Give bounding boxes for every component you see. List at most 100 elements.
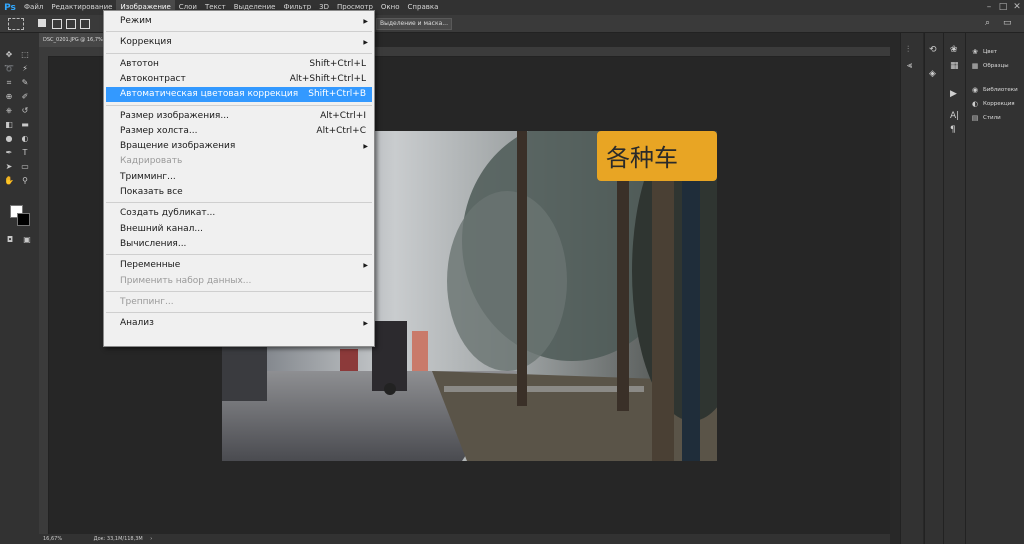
lasso-tool-icon[interactable]: ➰	[2, 63, 16, 75]
menu-item[interactable]: Создать дубликат...	[106, 206, 372, 221]
menu-item[interactable]: Размер холста... Alt+Ctrl+C	[106, 124, 372, 139]
panel-styles[interactable]: ▤ Стили	[970, 111, 1018, 125]
healing-brush-icon[interactable]: ⊕	[2, 91, 16, 103]
menu-item[interactable]: Коррекция ▶	[106, 35, 372, 50]
menu-separator	[106, 254, 372, 256]
menu-item[interactable]: Режим ▶	[106, 14, 372, 29]
menu-item[interactable]: Размер изображения... Alt+Ctrl+I	[106, 109, 372, 124]
panel-adjustments[interactable]: ◐ Коррекция	[970, 97, 1018, 111]
eyedropper-icon[interactable]: ✎	[18, 77, 32, 89]
menu-item[interactable]: Анализ ▶	[106, 316, 372, 331]
add-selection-icon[interactable]	[52, 19, 62, 29]
marquee-tool-icon[interactable]: ⬚	[18, 49, 32, 61]
menu-item[interactable]: Вращение изображения ▶	[106, 139, 372, 154]
menu-item: Треппинг...	[106, 295, 372, 310]
menu-item[interactable]: Автоконтраст Alt+Shift+Ctrl+L	[106, 72, 372, 87]
submenu-arrow-icon: ▶	[363, 262, 368, 270]
menu-item-label: Вычисления...	[120, 238, 187, 249]
select-and-mask-button[interactable]: Выделение и маска...	[376, 18, 452, 30]
menu-item-label: Коррекция	[120, 37, 172, 48]
panel-dock-left: ⫶ ⫷	[900, 33, 923, 544]
layer-adjust-icon[interactable]: ⫷	[907, 61, 912, 71]
search-icon[interactable]: ⌕	[985, 18, 990, 28]
menu-item-label: Режим	[120, 16, 152, 26]
background-color-swatch[interactable]	[17, 213, 30, 226]
minimize-icon[interactable]: –	[982, 0, 996, 15]
menu-item[interactable]: Внешний канал...	[106, 222, 372, 237]
play-icon[interactable]: ▶	[950, 89, 957, 99]
panel-libraries[interactable]: ◉ Библиотеки	[970, 83, 1018, 97]
dodge-tool-icon[interactable]: ◐	[18, 133, 32, 145]
panel-swatches-label: Образцы	[983, 63, 1009, 69]
swatches-icon: ▦	[971, 62, 979, 70]
character-icon[interactable]: A|	[950, 111, 959, 121]
shape-tool-icon[interactable]: ▭	[18, 161, 32, 173]
menu-item[interactable]: Показать все	[106, 185, 372, 200]
menu-item[interactable]: Автоматическая цветовая коррекция Shift+C…	[106, 87, 372, 103]
zoom-tool-icon[interactable]: ⚲	[18, 175, 32, 187]
panel-color[interactable]: ❀ Цвет	[970, 45, 1009, 59]
status-bar: 16,67% Док: 33,1М/118,3М ›	[39, 534, 890, 544]
menu-item[interactable]: Переменные ▶	[106, 258, 372, 273]
history-icon[interactable]: ⟲	[929, 45, 937, 55]
menu-item: Кадрировать	[106, 154, 372, 169]
history-brush-icon[interactable]: ↺	[18, 105, 32, 117]
street-sign-text: 各种车	[606, 144, 678, 172]
brush-tool-icon[interactable]: ✐	[18, 91, 32, 103]
marquee-tool-preset-icon[interactable]	[8, 18, 24, 30]
quick-mask-icon[interactable]: ◘	[3, 234, 17, 246]
panel-swatches[interactable]: ▦ Образцы	[970, 59, 1009, 73]
path-selection-icon[interactable]: ➤	[2, 161, 16, 173]
menu-item-shortcut: Alt+Shift+Ctrl+L	[289, 73, 366, 84]
menu-10[interactable]: Справка	[404, 0, 443, 15]
submenu-arrow-icon: ▶	[363, 39, 368, 47]
menu-separator	[106, 312, 372, 314]
intersect-selection-icon[interactable]	[80, 19, 90, 29]
color-icon[interactable]: ❀	[950, 45, 958, 55]
submenu-arrow-icon: ▶	[363, 320, 368, 328]
magic-wand-icon[interactable]: ⚡	[18, 63, 32, 75]
swatches-icon[interactable]: ▦	[950, 61, 959, 71]
workspace-icon[interactable]: ▭	[1003, 18, 1012, 28]
maximize-icon[interactable]: □	[996, 0, 1010, 15]
hand-tool-icon[interactable]: ✋	[2, 175, 16, 187]
new-selection-icon[interactable]	[38, 19, 46, 27]
crop-tool-icon[interactable]: ⌗	[2, 77, 16, 89]
menu-separator	[106, 31, 372, 33]
pen-tool-icon[interactable]: ✒	[2, 147, 16, 159]
menu-item-label: Показать все	[120, 187, 183, 197]
menu-separator	[106, 104, 372, 106]
status-arrow-icon[interactable]: ›	[150, 536, 152, 542]
gradient-tool-icon[interactable]: ▬	[18, 119, 32, 131]
menu-9[interactable]: Окно	[377, 0, 404, 15]
menu-item-label: Треппинг...	[120, 296, 174, 307]
color-icon: ❀	[972, 48, 978, 56]
libraries-icon: ◉	[971, 86, 979, 94]
panel-dock-labels: ❀ Цвет ▦ Образцы ◉ Библиотеки ◐ Коррекция ▤ С…	[965, 33, 1024, 544]
layers-icon[interactable]: ◈	[929, 69, 936, 79]
menu-item-label: Кадрировать	[120, 156, 183, 167]
close-icon[interactable]: ✕	[1010, 0, 1024, 15]
menu-item-label: Автоконтраст	[120, 73, 186, 84]
clone-stamp-icon[interactable]: ⎈	[2, 105, 16, 117]
menu-item-label: Тримминг...	[120, 171, 176, 182]
properties-icon[interactable]: ⫶	[907, 45, 909, 55]
document-tab[interactable]: DSC_0201.JPG @ 16,7% (RGB/8)	[39, 33, 113, 47]
blur-tool-icon[interactable]: ●	[2, 133, 16, 145]
menu-item[interactable]: Тримминг...	[106, 170, 372, 185]
subtract-selection-icon[interactable]	[66, 19, 76, 29]
zoom-level[interactable]: 16,67%	[43, 536, 62, 542]
menu-separator	[106, 290, 372, 292]
menu-item-label: Анализ	[120, 318, 154, 329]
menu-0[interactable]: Файл	[20, 0, 47, 15]
menu-item-label: Размер изображения...	[120, 110, 229, 121]
screen-mode-icon[interactable]: ▣	[20, 234, 34, 246]
move-tool-icon[interactable]: ✥	[2, 49, 16, 61]
paragraph-icon[interactable]: ¶	[950, 125, 956, 135]
type-tool-icon[interactable]: T	[18, 147, 32, 159]
menu-item[interactable]: Автотон Shift+Ctrl+L	[106, 57, 372, 72]
menu-item[interactable]: Вычисления...	[106, 237, 372, 252]
panel-styles-label: Стили	[983, 115, 1001, 121]
styles-icon: ▤	[971, 114, 979, 122]
eraser-icon[interactable]: ◧	[2, 119, 16, 131]
